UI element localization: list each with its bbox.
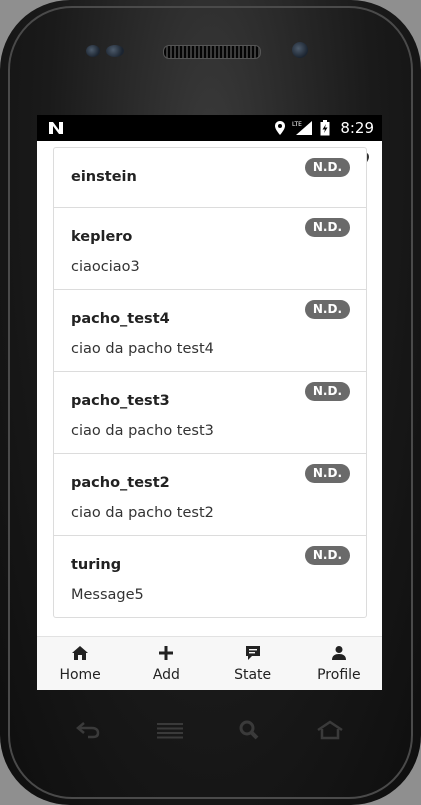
hardware-buttons: [60, 712, 360, 748]
item-message: Message5: [71, 587, 144, 603]
menu-icon[interactable]: [156, 720, 184, 740]
earpiece-speaker: [163, 45, 261, 59]
lte-signal-icon: LTE: [292, 121, 313, 135]
battery-charging-icon: [320, 120, 330, 136]
list-item[interactable]: keplero ciaociao3 N.D.: [54, 208, 366, 290]
status-badge: N.D.: [304, 158, 350, 177]
status-bar: LTE 8:29: [37, 115, 382, 141]
search-icon[interactable]: [236, 720, 264, 740]
item-username: einstein: [71, 169, 137, 185]
n-logo-icon: [49, 122, 63, 134]
back-icon[interactable]: [74, 720, 102, 740]
item-message: ciao da pacho test3: [71, 423, 214, 439]
nav-add[interactable]: Add: [123, 637, 209, 690]
plus-icon: [159, 646, 174, 660]
list-item[interactable]: pacho_test4 ciao da pacho test4 N.D.: [54, 290, 366, 372]
user-icon: [331, 646, 346, 660]
nav-profile[interactable]: Profile: [296, 637, 382, 690]
home-icon: [72, 646, 89, 660]
list-item[interactable]: pacho_test2 ciao da pacho test2 N.D.: [54, 454, 366, 536]
nav-home-label: Home: [59, 667, 101, 683]
list-item[interactable]: einstein N.D.: [54, 148, 366, 208]
svg-text:LTE: LTE: [292, 121, 302, 128]
item-username: pacho_test2: [71, 475, 170, 491]
item-message: ciao da pacho test4: [71, 341, 214, 357]
bottom-navigation: Home Add State Profile: [37, 636, 382, 690]
item-username: turing: [71, 557, 122, 573]
status-badge: N.D.: [304, 382, 350, 401]
item-message: ciaociao3: [71, 259, 140, 275]
nav-profile-label: Profile: [317, 667, 361, 683]
nav-state-label: State: [234, 667, 272, 683]
front-camera: [292, 42, 308, 58]
light-sensor: [106, 45, 124, 57]
list-item[interactable]: turing Message5 N.D.: [54, 536, 366, 617]
nav-state[interactable]: State: [210, 637, 296, 690]
status-badge: N.D.: [304, 464, 350, 483]
item-message: ciao da pacho test2: [71, 505, 214, 521]
status-icons: LTE 8:29: [274, 115, 374, 141]
phone-frame: LTE 8:29 einstein N.D. keplero ciaociao3…: [0, 0, 421, 805]
chat-bubble-icon: [245, 646, 260, 660]
home-button-icon[interactable]: [316, 720, 344, 740]
message-list-area[interactable]: einstein N.D. keplero ciaociao3 N.D. pac…: [37, 141, 382, 636]
status-badge: N.D.: [304, 218, 350, 237]
item-username: keplero: [71, 229, 133, 245]
nav-home[interactable]: Home: [37, 637, 123, 690]
location-pin-icon: [275, 121, 286, 135]
proximity-sensor: [86, 45, 100, 57]
list-item[interactable]: pacho_test3 ciao da pacho test3 N.D.: [54, 372, 366, 454]
item-username: pacho_test3: [71, 393, 170, 409]
status-badge: N.D.: [304, 300, 350, 319]
status-time: 8:29: [340, 119, 374, 137]
nav-add-label: Add: [152, 667, 180, 683]
app-screen: LTE 8:29 einstein N.D. keplero ciaociao3…: [37, 115, 382, 690]
status-badge: N.D.: [304, 546, 350, 565]
message-list: einstein N.D. keplero ciaociao3 N.D. pac…: [53, 147, 367, 618]
item-username: pacho_test4: [71, 311, 170, 327]
